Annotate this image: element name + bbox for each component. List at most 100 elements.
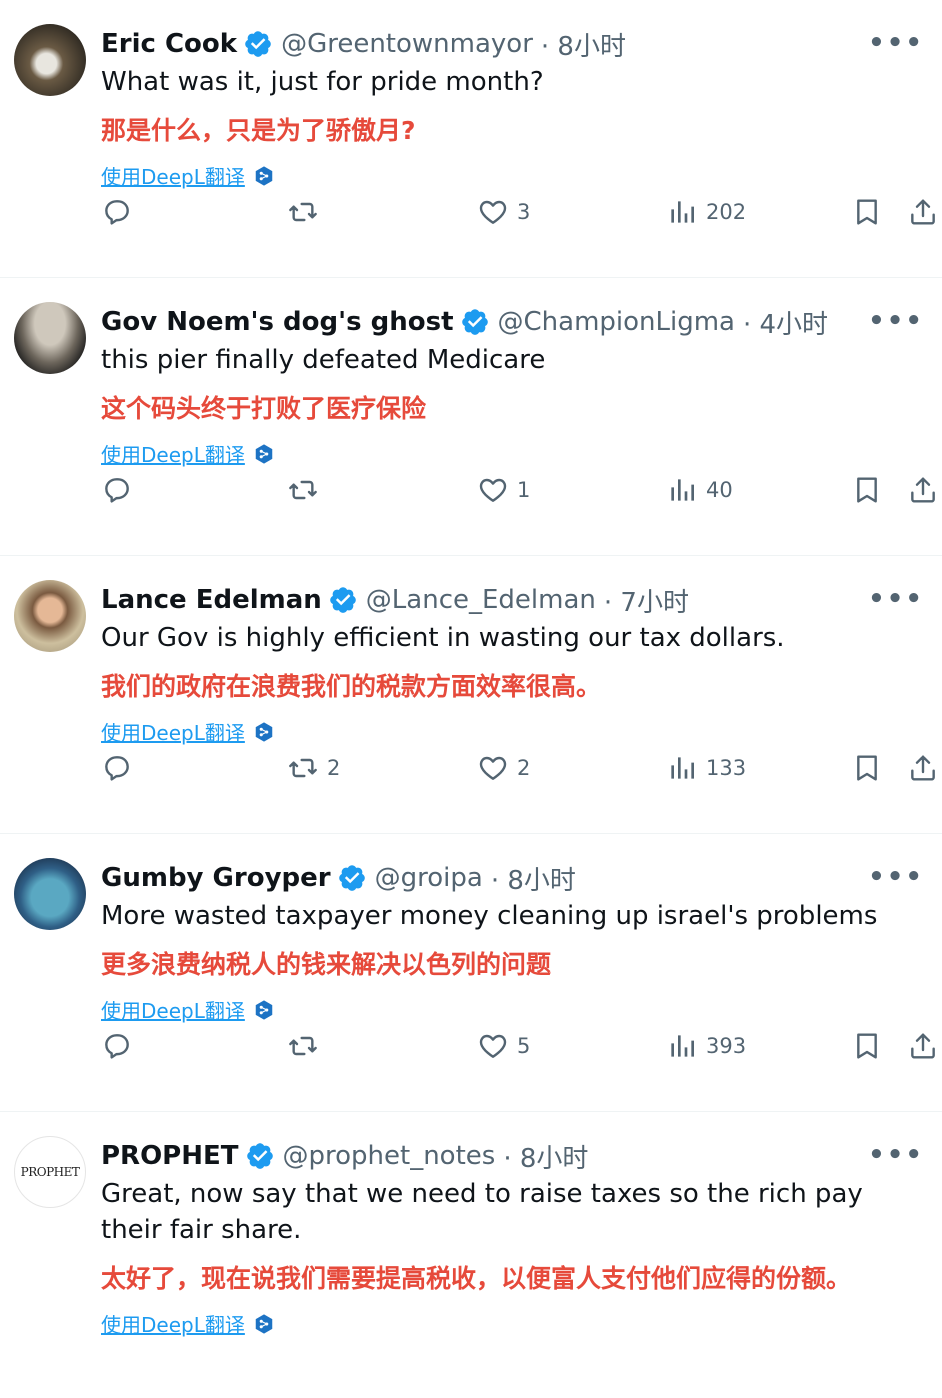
avatar[interactable] [14,302,86,374]
reply-icon [101,196,133,228]
translate-row[interactable]: 使用DeepL翻译 [101,439,928,468]
more-icon[interactable]: ••• [868,28,924,58]
verified-badge-icon [243,29,273,59]
like-icon [477,474,509,506]
share-button[interactable] [907,474,939,506]
tweet-time[interactable]: · 8小时 [503,1138,588,1175]
tweet-translation: 这个码头终于打败了医疗保险 [101,394,427,423]
tweet-time[interactable]: · 8小时 [541,26,626,63]
verified-badge-icon [328,585,358,615]
like-count: 1 [517,478,531,502]
reply-button[interactable] [101,474,141,506]
retweet-button[interactable] [287,1030,327,1062]
retweet-button[interactable]: 2 [287,752,340,784]
tweet-time[interactable]: · 4小时 [743,304,828,341]
author-name[interactable]: Eric Cook [101,29,237,59]
avatar[interactable] [14,24,86,96]
author-name[interactable]: Gumby Groyper [101,863,331,893]
deepl-icon [253,443,275,465]
like-count: 2 [517,756,531,780]
deepl-icon [253,999,275,1021]
views-icon [666,752,698,784]
reply-button[interactable] [101,752,141,784]
tweet-time[interactable]: · 8小时 [491,860,576,897]
reply-icon [101,474,133,506]
tweet-time[interactable]: · 7小时 [604,582,689,619]
action-bar: 3 202 [101,196,942,236]
tweet[interactable]: Gov Noem's dog's ghost @ChampionLigma · … [0,278,942,556]
translate-row[interactable]: 使用DeepL翻译 [101,161,928,190]
tweet-translation: 太好了，现在说我们需要提高税收，以便富人支付他们应得的份额。 [101,1264,852,1293]
author-handle[interactable]: @prophet_notes [283,1141,496,1171]
author-handle[interactable]: @Greentownmayor [281,29,533,59]
more-icon[interactable]: ••• [868,862,924,892]
tweet-header: Gumby Groyper @groipa · 8小时 [101,858,928,898]
translate-link[interactable]: 使用DeepL翻译 [101,717,245,746]
tweet-translation: 更多浪费纳税人的钱来解决以色列的问题 [101,950,552,979]
share-icon [907,1030,939,1062]
view-count: 133 [706,756,747,780]
bookmark-button[interactable] [851,196,883,228]
like-button[interactable]: 1 [477,474,530,506]
tweet-header: Lance Edelman @Lance_Edelman · 7小时 [101,580,928,620]
views-button[interactable]: 393 [666,1030,746,1062]
author-name[interactable]: PROPHET [101,1141,239,1171]
views-icon [666,474,698,506]
author-name[interactable]: Gov Noem's dog's ghost [101,307,454,337]
author-handle[interactable]: @groipa [375,863,483,893]
tweet[interactable]: Lance Edelman @Lance_Edelman · 7小时 ••• O… [0,556,942,834]
translate-link[interactable]: 使用DeepL翻译 [101,995,245,1024]
retweet-icon [287,474,319,506]
translate-link[interactable]: 使用DeepL翻译 [101,439,245,468]
views-button[interactable]: 40 [666,474,733,506]
more-icon[interactable]: ••• [868,584,924,614]
like-count: 3 [517,200,531,224]
translate-row[interactable]: 使用DeepL翻译 [101,995,928,1024]
retweet-icon [287,196,319,228]
translate-link[interactable]: 使用DeepL翻译 [101,161,245,190]
translate-row[interactable]: 使用DeepL翻译 [101,1309,928,1338]
author-name[interactable]: Lance Edelman [101,585,322,615]
like-button[interactable]: 2 [477,752,530,784]
like-button[interactable]: 5 [477,1030,530,1062]
reply-button[interactable] [101,1030,141,1062]
avatar[interactable] [14,580,86,652]
tweet[interactable]: Eric Cook @Greentownmayor · 8小时 ••• What… [0,0,942,278]
action-bar: 5 393 [101,1030,942,1070]
like-icon [477,1030,509,1062]
tweet-header: Eric Cook @Greentownmayor · 8小时 [101,24,928,64]
tweet[interactable]: Gumby Groyper @groipa · 8小时 ••• More was… [0,834,942,1112]
verified-badge-icon [460,307,490,337]
author-handle[interactable]: @Lance_Edelman [366,585,596,615]
author-handle[interactable]: @ChampionLigma [498,307,735,337]
deepl-icon [253,165,275,187]
retweet-button[interactable] [287,196,327,228]
retweet-button[interactable] [287,474,327,506]
translate-link[interactable]: 使用DeepL翻译 [101,1309,245,1338]
bookmark-icon [851,474,883,506]
tweet[interactable]: PROPHET PROPHET @prophet_notes · 8小时 •••… [0,1112,942,1398]
views-button[interactable]: 202 [666,196,746,228]
like-button[interactable]: 3 [477,196,530,228]
like-count: 5 [517,1034,531,1058]
more-icon[interactable]: ••• [868,306,924,336]
avatar[interactable]: PROPHET [14,1136,86,1208]
share-icon [907,196,939,228]
avatar[interactable] [14,858,86,930]
translate-row[interactable]: 使用DeepL翻译 [101,717,928,746]
reply-button[interactable] [101,196,141,228]
view-count: 393 [706,1034,747,1058]
bookmark-button[interactable] [851,474,883,506]
views-button[interactable]: 133 [666,752,746,784]
share-button[interactable] [907,1030,939,1062]
tweet-translation: 我们的政府在浪费我们的税款方面效率很高。 [101,672,602,701]
views-icon [666,1030,698,1062]
more-icon[interactable]: ••• [868,1140,924,1170]
tweet-header: PROPHET @prophet_notes · 8小时 [101,1136,928,1176]
bookmark-button[interactable] [851,1030,883,1062]
bookmark-button[interactable] [851,752,883,784]
share-button[interactable] [907,196,939,228]
bookmark-icon [851,752,883,784]
tweet-text: What was it, just for pride month? [101,67,544,97]
share-button[interactable] [907,752,939,784]
